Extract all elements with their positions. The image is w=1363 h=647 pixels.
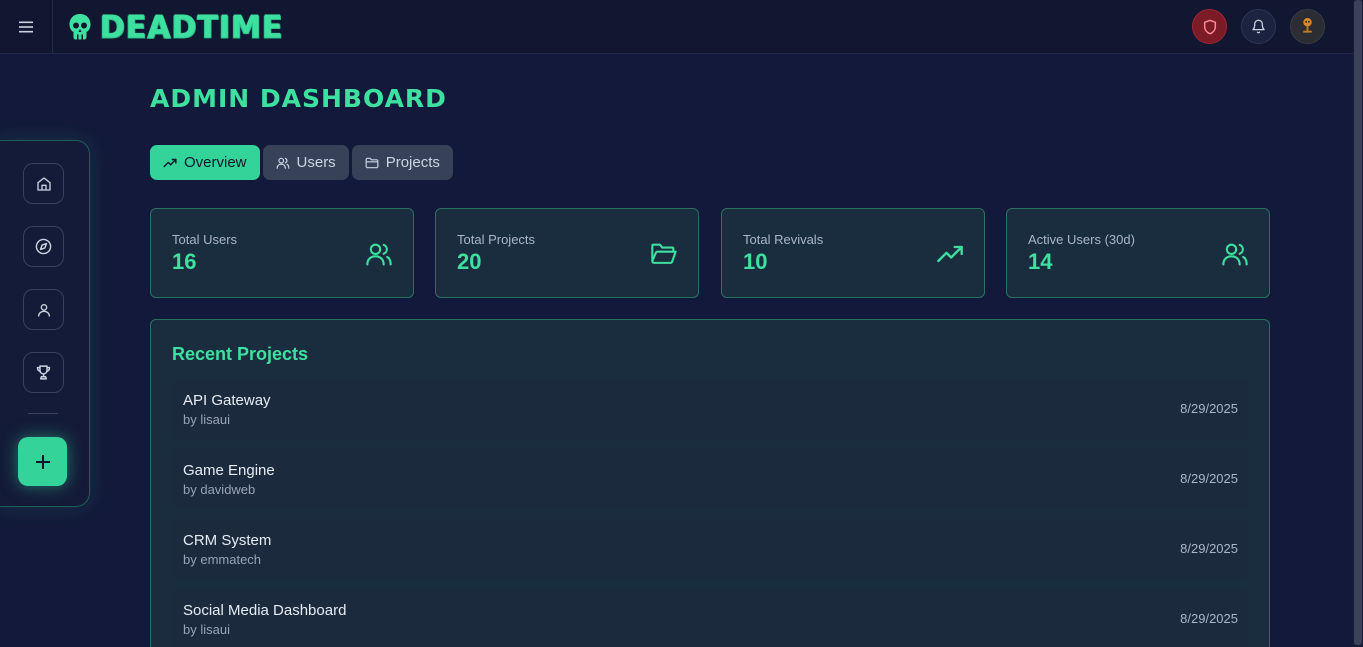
project-date: 8/29/2025 xyxy=(1180,471,1238,486)
skull-icon xyxy=(69,14,91,40)
bell-icon xyxy=(1252,19,1265,34)
stat-label: Total Users xyxy=(172,232,238,247)
stat-label: Active Users (30d) xyxy=(1028,232,1135,247)
project-author: by davidweb xyxy=(183,482,256,497)
top-bar: DEADTIME xyxy=(0,0,1353,54)
stat-card-active-users: Active Users (30d) 14 xyxy=(1006,208,1270,298)
hamburger-menu-icon xyxy=(19,21,33,33)
admin-shield-button[interactable] xyxy=(1192,9,1227,44)
page-title: ADMIN DASHBOARD xyxy=(150,84,447,113)
stat-label: Total Projects xyxy=(457,232,536,247)
nav-home-button[interactable] xyxy=(23,163,64,204)
folder-icon xyxy=(365,157,379,168)
stat-card-total-users: Total Users 16 xyxy=(150,208,414,298)
nav-explore-button[interactable] xyxy=(23,226,64,267)
plus-icon xyxy=(35,454,50,469)
users-icon xyxy=(1222,243,1248,266)
nav-profile-button[interactable] xyxy=(23,289,64,330)
trending-up-icon xyxy=(937,245,963,263)
home-icon xyxy=(36,176,51,191)
tab-label: Projects xyxy=(385,154,440,171)
project-author: by lisaui xyxy=(183,622,230,637)
project-row[interactable]: Game Engine by davidweb 8/29/2025 xyxy=(172,449,1248,509)
stat-value: 14 xyxy=(1028,249,1053,274)
recent-projects-panel: Recent Projects API Gateway by lisaui 8/… xyxy=(150,319,1270,647)
page-scrollbar[interactable] xyxy=(1353,0,1363,647)
project-name: API Gateway xyxy=(183,392,271,409)
tab-overview[interactable]: Overview xyxy=(150,145,260,180)
project-name: Social Media Dashboard xyxy=(183,602,347,619)
user-icon xyxy=(37,303,50,317)
project-name: Game Engine xyxy=(183,462,275,479)
project-name: CRM System xyxy=(183,532,272,549)
scrollbar-thumb[interactable] xyxy=(1354,0,1362,645)
side-navigation xyxy=(0,140,90,507)
project-row[interactable]: API Gateway by lisaui 8/29/2025 xyxy=(172,379,1248,439)
tab-users[interactable]: Users xyxy=(262,145,349,180)
tab-label: Overview xyxy=(184,154,247,171)
user-avatar-button[interactable] xyxy=(1290,9,1325,44)
folder-open-icon xyxy=(651,243,677,264)
menu-button[interactable] xyxy=(0,0,53,54)
project-date: 8/29/2025 xyxy=(1180,611,1238,626)
shield-icon xyxy=(1203,19,1216,34)
tab-projects[interactable]: Projects xyxy=(351,145,453,180)
trending-up-icon xyxy=(163,158,177,167)
dashboard-tabs: Overview Users Projects xyxy=(150,145,453,180)
app-name: DEADTIME xyxy=(100,8,284,46)
users-icon xyxy=(366,243,392,266)
stat-card-total-projects: Total Projects 20 xyxy=(435,208,699,298)
stat-value: 20 xyxy=(457,249,482,274)
tab-label: Users xyxy=(296,154,336,171)
stat-value: 16 xyxy=(172,249,197,274)
recent-projects-title: Recent Projects xyxy=(172,344,309,364)
app-logo[interactable]: DEADTIME xyxy=(68,6,284,48)
trophy-icon xyxy=(36,365,51,380)
stat-card-total-revivals: Total Revivals 10 xyxy=(721,208,985,298)
notifications-button[interactable] xyxy=(1241,9,1276,44)
stat-value: 10 xyxy=(743,249,768,274)
project-author: by emmatech xyxy=(183,552,262,567)
nav-divider xyxy=(28,413,58,414)
users-icon xyxy=(276,157,289,169)
project-row[interactable]: CRM System by emmatech 8/29/2025 xyxy=(172,519,1248,579)
project-date: 8/29/2025 xyxy=(1180,541,1238,556)
compass-icon xyxy=(35,238,52,255)
project-date: 8/29/2025 xyxy=(1180,401,1238,416)
avatar xyxy=(1291,10,1324,43)
nav-leaderboard-button[interactable] xyxy=(23,352,64,393)
create-project-button[interactable] xyxy=(18,437,67,486)
project-author: by lisaui xyxy=(183,412,230,427)
project-row[interactable]: Social Media Dashboard by lisaui 8/29/20… xyxy=(172,589,1248,647)
stat-label: Total Revivals xyxy=(743,232,824,247)
